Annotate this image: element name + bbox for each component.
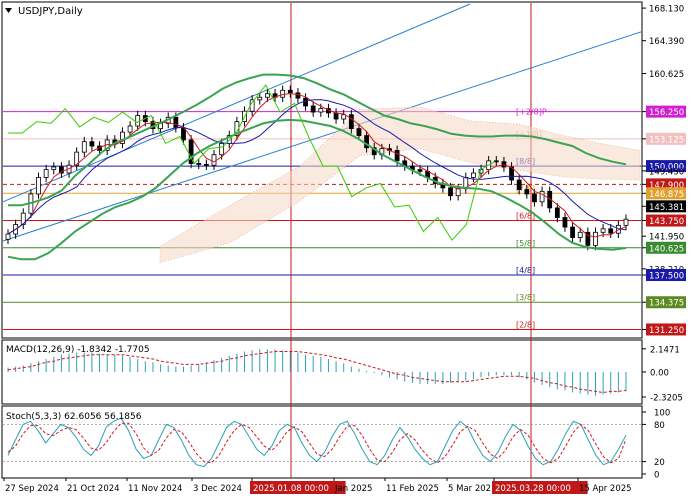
stoch-tick-label: 0 bbox=[654, 471, 659, 481]
stoch-tick-label: 80 bbox=[654, 421, 665, 431]
price-tick-label: 137.500 bbox=[649, 272, 684, 282]
candle-up[interactable] bbox=[471, 172, 476, 178]
candle-down[interactable] bbox=[417, 169, 423, 172]
date-tick-label: 11 Feb 2025 bbox=[386, 484, 439, 494]
candle-up[interactable] bbox=[5, 233, 11, 240]
date-tick-label: 3 Dec 2024 bbox=[193, 484, 242, 494]
candle-up[interactable] bbox=[81, 141, 87, 153]
chart-canvas[interactable]: [+2/8]P[+1/8][8/8][7/8][6/8][5/8][4/8][3… bbox=[0, 0, 700, 500]
macd-tick-label: -2.3205 bbox=[650, 393, 683, 403]
candle-up[interactable] bbox=[593, 231, 598, 246]
candle-up[interactable] bbox=[318, 108, 324, 113]
candle-down[interactable] bbox=[89, 141, 95, 147]
candle-down[interactable] bbox=[608, 228, 614, 234]
candle-down[interactable] bbox=[356, 128, 362, 136]
candle-up[interactable] bbox=[600, 228, 606, 233]
date-tick-label: 15 Apr 2025 bbox=[579, 484, 632, 494]
candle-up[interactable] bbox=[43, 169, 49, 178]
candle-down[interactable] bbox=[333, 112, 339, 120]
stoch-label: Stoch(5,3,3) 62.6056 56.1856 bbox=[6, 412, 142, 422]
candle-down[interactable] bbox=[554, 207, 560, 218]
stoch-tick-label: 20 bbox=[654, 458, 665, 468]
candle-up[interactable] bbox=[36, 177, 41, 195]
candle-down[interactable] bbox=[303, 97, 308, 107]
price-tick-label: 164.390 bbox=[649, 37, 684, 47]
price-tick-label: 146.875 bbox=[649, 190, 684, 200]
candle-up[interactable] bbox=[51, 166, 57, 170]
price-tick-label: 168.130 bbox=[649, 5, 684, 15]
candle-down[interactable] bbox=[570, 226, 575, 238]
price-tick-label: 143.750 bbox=[649, 217, 684, 227]
candle-up[interactable] bbox=[127, 125, 133, 133]
candle-up[interactable] bbox=[219, 143, 225, 156]
candle-up[interactable] bbox=[539, 190, 545, 203]
price-tick-label: 145.381 bbox=[649, 203, 684, 213]
level-label: [2/8] bbox=[516, 320, 535, 329]
candle-down[interactable] bbox=[448, 187, 453, 197]
candle-down[interactable] bbox=[203, 163, 209, 166]
candle-down[interactable] bbox=[524, 189, 530, 195]
candle-down[interactable] bbox=[394, 149, 400, 162]
date-tick-label: 21 Oct 2024 bbox=[67, 484, 120, 494]
candle-down[interactable] bbox=[196, 163, 202, 165]
candle-down[interactable] bbox=[287, 89, 293, 94]
price-tick-label: 160.625 bbox=[649, 70, 684, 80]
candle-up[interactable] bbox=[623, 218, 629, 226]
macd-tick-label: 0.00 bbox=[650, 368, 669, 378]
candle-down[interactable] bbox=[348, 114, 354, 130]
price-tick-label: 153.125 bbox=[649, 135, 684, 145]
price-tick-label: 141.950 bbox=[649, 233, 684, 243]
level-label: [5/8] bbox=[516, 239, 535, 248]
candle-up[interactable] bbox=[211, 154, 217, 166]
candle-up[interactable] bbox=[455, 188, 461, 197]
macd-tick-label: 2.1471 bbox=[650, 345, 680, 355]
candle-down[interactable] bbox=[173, 116, 179, 129]
price-tick-label: 131.250 bbox=[649, 326, 684, 336]
price-tick-label: 140.625 bbox=[649, 244, 684, 254]
candle-up[interactable] bbox=[257, 96, 263, 101]
candle-up[interactable] bbox=[280, 89, 286, 98]
date-tick-label: 2025.01.08 00:00 bbox=[253, 484, 329, 494]
candle-down[interactable] bbox=[532, 193, 537, 203]
candle-up[interactable] bbox=[265, 93, 270, 98]
level-label: [3/8] bbox=[516, 293, 535, 302]
date-tick-label: 5 Mar 202 bbox=[448, 484, 491, 494]
date-tick-label: 11 Nov 2024 bbox=[128, 484, 182, 494]
symbol-title: USDJPY,Daily bbox=[18, 6, 83, 17]
macd-label: MACD(12,26,9) -1.8342 -1.7705 bbox=[6, 345, 150, 355]
level-label: [4/8] bbox=[516, 266, 535, 275]
candle-down[interactable] bbox=[516, 179, 522, 191]
candle-up[interactable] bbox=[135, 115, 141, 127]
candle-down[interactable] bbox=[562, 217, 568, 228]
candle-down[interactable] bbox=[310, 105, 316, 113]
price-tick-label: 156.250 bbox=[649, 108, 684, 118]
date-tick-label: 27 Sep 2024 bbox=[5, 484, 59, 494]
price-tick-label: 149.450 bbox=[649, 167, 684, 177]
date-tick-label: Jan 2025 bbox=[334, 484, 372, 494]
price-tick-label: 134.375 bbox=[649, 299, 684, 309]
chart-window: [+2/8]P[+1/8][8/8][7/8][6/8][5/8][4/8][3… bbox=[0, 0, 700, 500]
stoch-tick-label: 100 bbox=[654, 409, 670, 419]
candle-up[interactable] bbox=[577, 231, 583, 238]
date-tick-label: 2025.03.28 00:00 bbox=[495, 484, 571, 494]
